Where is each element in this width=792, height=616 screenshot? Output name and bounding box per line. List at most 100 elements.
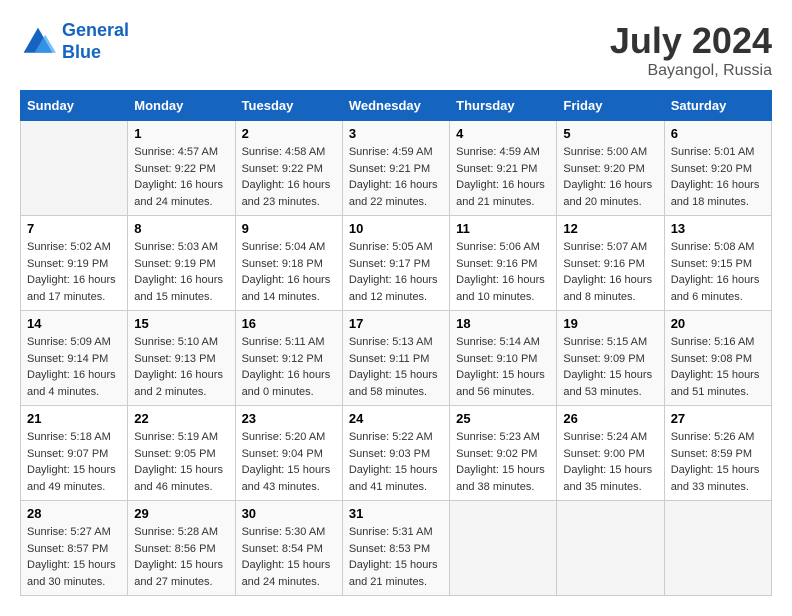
- day-number: 6: [671, 126, 765, 141]
- day-number: 30: [242, 506, 336, 521]
- week-row-3: 14 Sunrise: 5:09 AMSunset: 9:14 PMDayligh…: [21, 311, 772, 406]
- logo: General Blue: [20, 20, 129, 63]
- day-info: Sunrise: 5:05 AMSunset: 9:17 PMDaylight:…: [349, 239, 443, 305]
- day-cell: 25 Sunrise: 5:23 AMSunset: 9:02 PMDayligh…: [450, 406, 557, 501]
- day-cell: 13 Sunrise: 5:08 AMSunset: 9:15 PMDayligh…: [664, 216, 771, 311]
- page-header: General Blue July 2024 Bayangol, Russia: [20, 20, 772, 80]
- day-cell: 4 Sunrise: 4:59 AMSunset: 9:21 PMDaylight…: [450, 121, 557, 216]
- day-header-friday: Friday: [557, 91, 664, 121]
- day-info: Sunrise: 5:07 AMSunset: 9:16 PMDaylight:…: [563, 239, 657, 305]
- day-number: 21: [27, 411, 121, 426]
- day-number: 28: [27, 506, 121, 521]
- day-number: 7: [27, 221, 121, 236]
- day-cell: [557, 501, 664, 596]
- day-header-saturday: Saturday: [664, 91, 771, 121]
- day-info: Sunrise: 5:08 AMSunset: 9:15 PMDaylight:…: [671, 239, 765, 305]
- day-info: Sunrise: 5:09 AMSunset: 9:14 PMDaylight:…: [27, 334, 121, 400]
- day-number: 9: [242, 221, 336, 236]
- day-cell: 15Sunrise: 5:10 AMSunset: 9:13 PMDayligh…: [128, 311, 235, 406]
- day-number: 18: [456, 316, 550, 331]
- day-info: Sunrise: 5:28 AMSunset: 8:56 PMDaylight:…: [134, 524, 228, 590]
- day-info: Sunrise: 5:16 AMSunset: 9:08 PMDaylight:…: [671, 334, 765, 400]
- day-cell: 22Sunrise: 5:19 AMSunset: 9:05 PMDayligh…: [128, 406, 235, 501]
- logo-line2: Blue: [62, 42, 101, 62]
- day-number: 25: [456, 411, 550, 426]
- day-cell: [450, 501, 557, 596]
- calendar-table: SundayMondayTuesdayWednesdayThursdayFrid…: [20, 90, 772, 596]
- day-info: Sunrise: 5:19 AMSunset: 9:05 PMDaylight:…: [134, 429, 228, 495]
- day-info: Sunrise: 5:10 AMSunset: 9:13 PMDaylight:…: [134, 334, 228, 400]
- day-cell: 18 Sunrise: 5:14 AMSunset: 9:10 PMDayligh…: [450, 311, 557, 406]
- day-number: 10: [349, 221, 443, 236]
- day-number: 23: [242, 411, 336, 426]
- day-info: Sunrise: 5:31 AMSunset: 8:53 PMDaylight:…: [349, 524, 443, 590]
- week-row-1: 1Sunrise: 4:57 AMSunset: 9:22 PMDaylight…: [21, 121, 772, 216]
- day-info: Sunrise: 5:04 AMSunset: 9:18 PMDaylight:…: [242, 239, 336, 305]
- week-row-2: 7 Sunrise: 5:02 AMSunset: 9:19 PMDaylight…: [21, 216, 772, 311]
- day-cell: 28 Sunrise: 5:27 AMSunset: 8:57 PMDayligh…: [21, 501, 128, 596]
- calendar-subtitle: Bayangol, Russia: [610, 62, 772, 80]
- day-number: 26: [563, 411, 657, 426]
- day-info: Sunrise: 5:30 AMSunset: 8:54 PMDaylight:…: [242, 524, 336, 590]
- day-cell: 17 Sunrise: 5:13 AMSunset: 9:11 PMDayligh…: [342, 311, 449, 406]
- day-info: Sunrise: 5:03 AMSunset: 9:19 PMDaylight:…: [134, 239, 228, 305]
- day-info: Sunrise: 4:58 AMSunset: 9:22 PMDaylight:…: [242, 144, 336, 210]
- day-number: 14: [27, 316, 121, 331]
- day-cell: [21, 121, 128, 216]
- logo-icon: [20, 24, 56, 60]
- day-number: 4: [456, 126, 550, 141]
- day-cell: 23 Sunrise: 5:20 AMSunset: 9:04 PMDayligh…: [235, 406, 342, 501]
- day-number: 8: [134, 221, 228, 236]
- day-cell: 6 Sunrise: 5:01 AMSunset: 9:20 PMDaylight…: [664, 121, 771, 216]
- day-info: Sunrise: 5:18 AMSunset: 9:07 PMDaylight:…: [27, 429, 121, 495]
- day-number: 12: [563, 221, 657, 236]
- day-info: Sunrise: 5:24 AMSunset: 9:00 PMDaylight:…: [563, 429, 657, 495]
- day-info: Sunrise: 5:14 AMSunset: 9:10 PMDaylight:…: [456, 334, 550, 400]
- day-info: Sunrise: 5:06 AMSunset: 9:16 PMDaylight:…: [456, 239, 550, 305]
- day-cell: 7 Sunrise: 5:02 AMSunset: 9:19 PMDaylight…: [21, 216, 128, 311]
- day-cell: 29Sunrise: 5:28 AMSunset: 8:56 PMDayligh…: [128, 501, 235, 596]
- day-cell: 21 Sunrise: 5:18 AMSunset: 9:07 PMDayligh…: [21, 406, 128, 501]
- header-row: SundayMondayTuesdayWednesdayThursdayFrid…: [21, 91, 772, 121]
- day-number: 5: [563, 126, 657, 141]
- day-cell: [664, 501, 771, 596]
- day-number: 20: [671, 316, 765, 331]
- day-info: Sunrise: 4:59 AMSunset: 9:21 PMDaylight:…: [456, 144, 550, 210]
- day-number: 31: [349, 506, 443, 521]
- day-info: Sunrise: 5:01 AMSunset: 9:20 PMDaylight:…: [671, 144, 765, 210]
- day-info: Sunrise: 5:26 AMSunset: 8:59 PMDaylight:…: [671, 429, 765, 495]
- day-cell: 3Sunrise: 4:59 AMSunset: 9:21 PMDaylight…: [342, 121, 449, 216]
- day-info: Sunrise: 5:23 AMSunset: 9:02 PMDaylight:…: [456, 429, 550, 495]
- day-info: Sunrise: 5:02 AMSunset: 9:19 PMDaylight:…: [27, 239, 121, 305]
- day-cell: 26 Sunrise: 5:24 AMSunset: 9:00 PMDayligh…: [557, 406, 664, 501]
- day-cell: 30 Sunrise: 5:30 AMSunset: 8:54 PMDayligh…: [235, 501, 342, 596]
- day-cell: 5 Sunrise: 5:00 AMSunset: 9:20 PMDaylight…: [557, 121, 664, 216]
- week-row-5: 28 Sunrise: 5:27 AMSunset: 8:57 PMDayligh…: [21, 501, 772, 596]
- day-number: 19: [563, 316, 657, 331]
- day-cell: 19 Sunrise: 5:15 AMSunset: 9:09 PMDayligh…: [557, 311, 664, 406]
- day-info: Sunrise: 5:20 AMSunset: 9:04 PMDaylight:…: [242, 429, 336, 495]
- day-info: Sunrise: 5:13 AMSunset: 9:11 PMDaylight:…: [349, 334, 443, 400]
- day-number: 2: [242, 126, 336, 141]
- day-cell: 31 Sunrise: 5:31 AMSunset: 8:53 PMDayligh…: [342, 501, 449, 596]
- calendar-title: July 2024: [610, 20, 772, 62]
- day-cell: 20 Sunrise: 5:16 AMSunset: 9:08 PMDayligh…: [664, 311, 771, 406]
- day-cell: 14 Sunrise: 5:09 AMSunset: 9:14 PMDayligh…: [21, 311, 128, 406]
- day-info: Sunrise: 5:27 AMSunset: 8:57 PMDaylight:…: [27, 524, 121, 590]
- logo-line1: General: [62, 20, 129, 40]
- day-number: 24: [349, 411, 443, 426]
- day-cell: 2 Sunrise: 4:58 AMSunset: 9:22 PMDaylight…: [235, 121, 342, 216]
- day-cell: 16Sunrise: 5:11 AMSunset: 9:12 PMDayligh…: [235, 311, 342, 406]
- day-number: 16: [242, 316, 336, 331]
- day-header-sunday: Sunday: [21, 91, 128, 121]
- day-cell: 1Sunrise: 4:57 AMSunset: 9:22 PMDaylight…: [128, 121, 235, 216]
- day-number: 17: [349, 316, 443, 331]
- day-info: Sunrise: 5:15 AMSunset: 9:09 PMDaylight:…: [563, 334, 657, 400]
- day-header-wednesday: Wednesday: [342, 91, 449, 121]
- day-cell: 8 Sunrise: 5:03 AMSunset: 9:19 PMDaylight…: [128, 216, 235, 311]
- day-info: Sunrise: 5:00 AMSunset: 9:20 PMDaylight:…: [563, 144, 657, 210]
- day-cell: 24Sunrise: 5:22 AMSunset: 9:03 PMDayligh…: [342, 406, 449, 501]
- day-number: 3: [349, 126, 443, 141]
- day-number: 13: [671, 221, 765, 236]
- day-number: 27: [671, 411, 765, 426]
